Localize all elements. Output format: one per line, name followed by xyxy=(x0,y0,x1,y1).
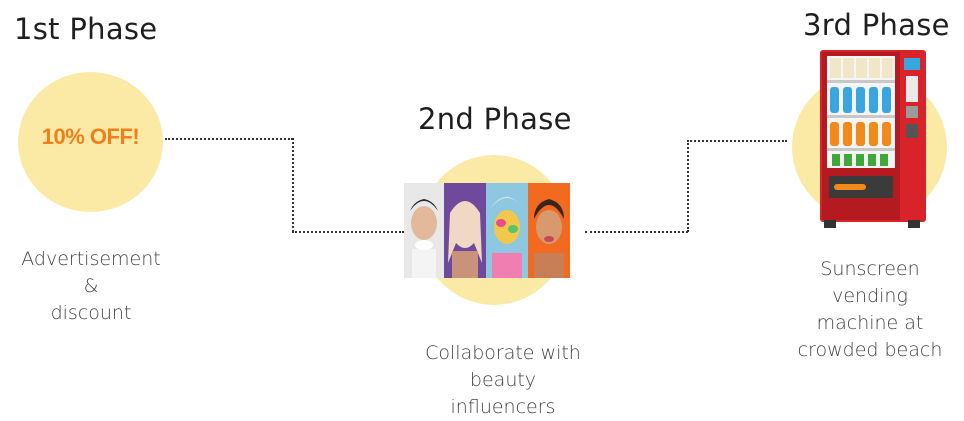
phase-3-caption-line: Sunscreen xyxy=(820,258,920,280)
connector-2-3-bottom xyxy=(585,231,688,233)
influencer-photo-3 xyxy=(486,183,528,278)
phase-1-caption-line: & xyxy=(83,275,99,297)
phase-1-caption: Advertisement & discount xyxy=(0,246,182,327)
phase-3-caption-line: vending xyxy=(832,285,908,307)
phase-1-title: 1st Phase xyxy=(14,12,158,46)
phase-2-caption-line: Collaborate with xyxy=(425,342,581,364)
phase-1-caption-line: discount xyxy=(50,302,132,324)
connector-2-3-vertical xyxy=(687,140,689,232)
influencer-photo-4 xyxy=(528,183,570,278)
influencer-photo-2 xyxy=(444,183,486,278)
phase-2-caption-line: beauty xyxy=(469,369,537,391)
phase-3-title: 3rd Phase xyxy=(803,8,950,42)
phase-3-caption-line: crowded beach xyxy=(797,339,943,361)
phase-1-caption-line: Advertisement xyxy=(21,248,161,270)
connector-1-2-top xyxy=(165,138,293,140)
influencer-photo-strip xyxy=(404,183,570,278)
phase-2-caption: Collaborate with beauty influencers xyxy=(403,340,603,421)
discount-badge: 10% OFF! xyxy=(41,124,140,149)
connector-2-3-top xyxy=(687,140,787,142)
phase-2-title: 2nd Phase xyxy=(418,102,572,136)
phase-2-caption-line: influencers xyxy=(450,396,556,418)
product-row-1 xyxy=(830,58,893,78)
connector-1-2-vertical xyxy=(292,138,294,232)
phase-3-caption: Sunscreen vending machine at crowded bea… xyxy=(780,256,960,364)
connector-1-2-bottom xyxy=(292,231,404,233)
influencer-photo-1 xyxy=(404,183,444,278)
vending-machine-icon xyxy=(820,50,926,228)
phase-3-caption-line: machine at xyxy=(816,312,924,334)
